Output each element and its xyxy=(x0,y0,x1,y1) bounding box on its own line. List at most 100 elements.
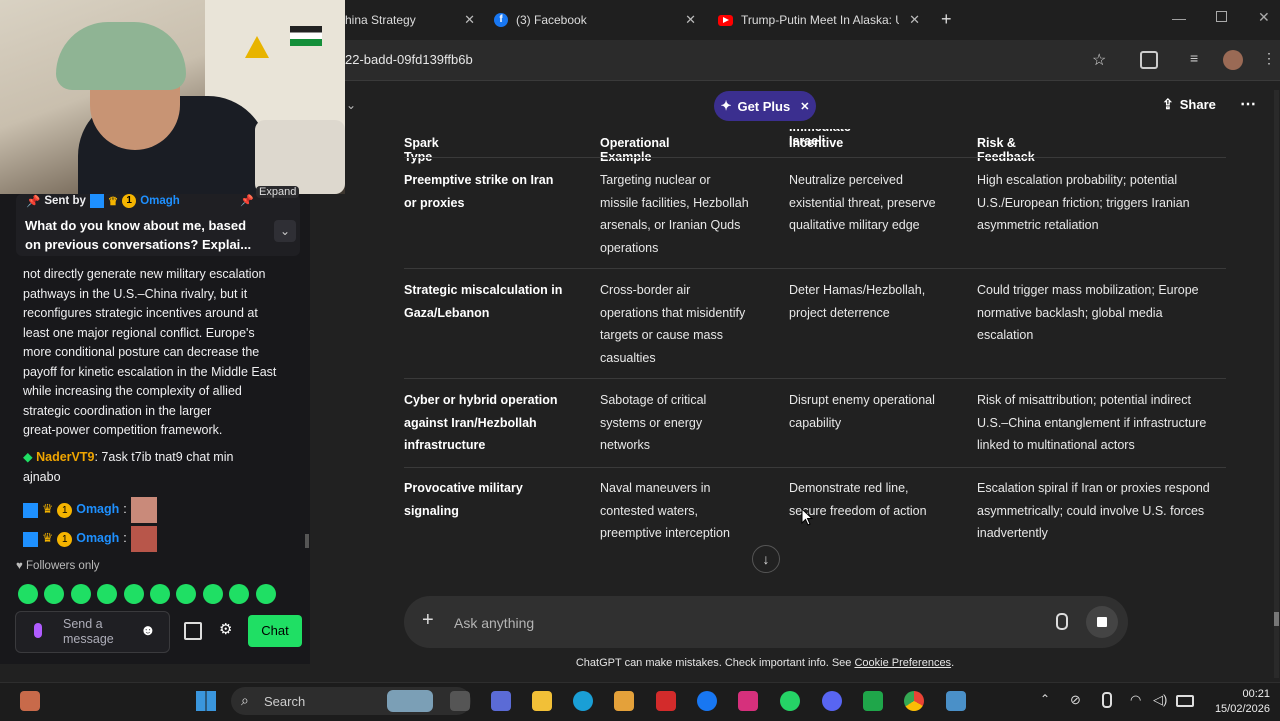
chat-username[interactable]: Omagh xyxy=(76,500,119,520)
cookie-preferences-link[interactable]: Cookie Preferences xyxy=(854,657,951,669)
store-app-icon[interactable] xyxy=(614,691,634,711)
tab-title: Trump-Putin Meet In Alaska: US xyxy=(741,13,899,27)
plus-icon[interactable]: + xyxy=(422,609,434,632)
microsoft-365-icon[interactable] xyxy=(491,691,511,711)
scroll-down-button[interactable]: ↓ xyxy=(752,545,780,573)
start-button[interactable] xyxy=(196,691,216,711)
edge-icon[interactable] xyxy=(573,691,593,711)
close-tab-icon[interactable]: ✕ xyxy=(464,12,475,28)
cell-risk: Risk of misattribution; potential indire… xyxy=(977,393,1207,452)
more-options-icon[interactable]: ⋯ xyxy=(1240,94,1256,114)
emote-icon[interactable] xyxy=(176,584,196,604)
tray-app-icon[interactable]: ⊘ xyxy=(1070,692,1081,708)
model-chevron-down-icon[interactable]: ⌄ xyxy=(346,98,356,112)
discord-icon[interactable] xyxy=(822,691,842,711)
tab-facebook[interactable]: f (3) Facebook ✕ xyxy=(494,6,696,34)
palestine-flag-icon xyxy=(290,26,322,46)
taskbar-date[interactable]: 15/02/2026 xyxy=(1206,703,1270,715)
emote-icon[interactable] xyxy=(124,584,144,604)
cell-incentive: Neutralize perceived existential threat, … xyxy=(789,173,936,232)
expand-button[interactable]: Expand xyxy=(256,186,300,198)
tray-chevron-icon[interactable]: ⌃ xyxy=(1040,692,1050,706)
tab-title: hina Strategy xyxy=(345,13,416,27)
tab-youtube[interactable]: Trump-Putin Meet In Alaska: US ✕ xyxy=(718,6,920,34)
facebook-app-icon[interactable] xyxy=(697,691,717,711)
close-tab-icon[interactable]: ✕ xyxy=(909,12,920,28)
arrow-down-icon: ↓ xyxy=(762,551,770,567)
taskbar-search-box[interactable]: ⌕ Search xyxy=(231,687,471,715)
emote-icon[interactable] xyxy=(44,584,64,604)
emote-icon[interactable] xyxy=(97,584,117,604)
new-tab-button[interactable]: + xyxy=(941,9,952,30)
chevron-down-icon[interactable]: ⌄ xyxy=(274,220,296,242)
scrollbar[interactable] xyxy=(1274,90,1279,678)
microphone-icon[interactable] xyxy=(1056,613,1068,630)
badge-number: 1 xyxy=(57,531,73,547)
badge-icon xyxy=(23,502,38,518)
cell-incentive: Demonstrate red line, secure freedom of a… xyxy=(789,481,927,518)
widgets-icon[interactable] xyxy=(20,691,40,711)
send-message-box[interactable]: Send a message ☻ xyxy=(15,611,170,653)
bot-message: not directly generate new military escal… xyxy=(23,267,277,437)
close-tab-icon[interactable]: ✕ xyxy=(685,12,696,28)
chat-username[interactable]: Omagh xyxy=(76,529,119,549)
xbox-app-icon[interactable] xyxy=(863,691,883,711)
emote-icon[interactable] xyxy=(256,584,276,604)
emoji-icon[interactable]: ☻ xyxy=(140,622,156,639)
volume-icon[interactable]: ◁) xyxy=(1153,692,1167,708)
badge-number: 1 xyxy=(57,502,73,518)
row-divider xyxy=(404,268,1226,269)
reading-list-icon[interactable]: ≡ xyxy=(1190,50,1198,66)
ask-anything-input[interactable] xyxy=(452,610,1016,636)
instagram-icon[interactable] xyxy=(738,691,758,711)
file-explorer-icon[interactable] xyxy=(532,691,552,711)
whatsapp-icon[interactable] xyxy=(780,691,800,711)
facebook-icon: f xyxy=(494,13,508,27)
wifi-icon[interactable]: ◠ xyxy=(1130,692,1141,708)
battery-icon[interactable] xyxy=(1176,695,1194,707)
get-plus-label: Get Plus xyxy=(737,98,791,114)
chrome-icon[interactable] xyxy=(904,691,924,711)
taskbar-time[interactable]: 00:21 xyxy=(1214,688,1270,700)
chat-username[interactable]: NaderVT9 xyxy=(36,450,94,464)
l-app-icon[interactable] xyxy=(656,691,676,711)
search-icon: ⌕ xyxy=(241,692,249,708)
pin-icon: 📌 xyxy=(26,196,41,208)
close-window-icon[interactable]: ✕ xyxy=(1258,9,1270,26)
stop-button[interactable] xyxy=(1086,606,1118,638)
extensions-icon[interactable] xyxy=(1140,51,1158,69)
close-icon[interactable]: ✕ xyxy=(800,100,809,113)
maximize-icon[interactable] xyxy=(1216,11,1227,22)
tray-microphone-icon[interactable] xyxy=(1102,692,1112,708)
profile-avatar[interactable] xyxy=(1223,50,1243,70)
share-button[interactable]: ⇪ Share xyxy=(1162,96,1216,113)
task-view-icon[interactable] xyxy=(450,691,470,711)
cell-example: Cross-border air operations that misident… xyxy=(600,283,746,365)
pinned-app-icon[interactable] xyxy=(946,691,966,711)
gear-icon[interactable]: ⚙ xyxy=(219,620,232,638)
get-plus-button[interactable]: ✦ Get Plus ✕ xyxy=(714,91,816,121)
column-header-incentive: Incentive xyxy=(789,136,844,150)
chat-message: ◆ NaderVT9: 7ask t7ib tnat9 chat min ajn… xyxy=(23,448,283,487)
chat-scrollbar-thumb[interactable] xyxy=(305,534,309,548)
microphone-icon[interactable] xyxy=(34,623,42,638)
scrollbar-thumb[interactable] xyxy=(1274,612,1279,626)
browser-menu-icon[interactable]: ⋮ xyxy=(1262,50,1276,67)
heart-icon: ♥ xyxy=(16,560,23,572)
emote-icon[interactable] xyxy=(18,584,38,604)
cell-example: Targeting nuclear or missile facilities, … xyxy=(600,173,749,255)
green-cap xyxy=(56,22,186,90)
cell-example: Sabotage of critical systems or energy net… xyxy=(600,393,707,452)
emote-icon[interactable] xyxy=(229,584,249,604)
url-text[interactable]: 22-badd-09fd139ffb6b xyxy=(345,52,473,67)
tab-chatgpt[interactable]: hina Strategy ✕ xyxy=(345,6,475,34)
emote-icon[interactable] xyxy=(150,584,170,604)
pinned-sent-by: Sent by xyxy=(44,195,86,207)
bookmark-star-icon[interactable]: ☆ xyxy=(1092,50,1106,70)
minimize-icon[interactable]: — xyxy=(1172,10,1186,26)
store-icon[interactable] xyxy=(184,622,202,640)
emote-icon[interactable] xyxy=(203,584,223,604)
emote-icon[interactable] xyxy=(71,584,91,604)
chat-button[interactable]: Chat xyxy=(248,615,302,647)
sparkle-icon: ✦ xyxy=(720,98,732,113)
